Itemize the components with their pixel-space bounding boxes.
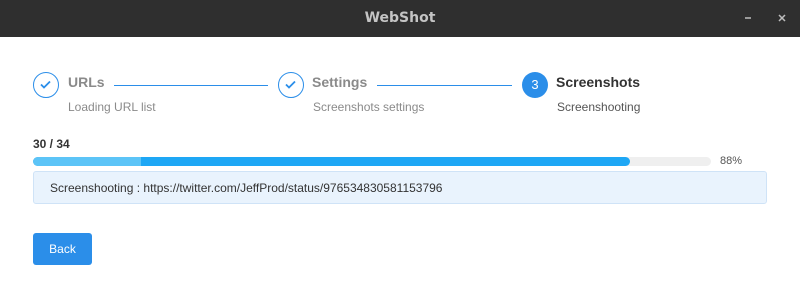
step-urls-description: Loading URL list bbox=[68, 100, 156, 114]
minimize-button[interactable] bbox=[739, 9, 757, 27]
step-settings-description: Screenshots settings bbox=[313, 100, 425, 114]
close-icon bbox=[778, 14, 786, 22]
step-screenshots-title: Screenshots bbox=[556, 74, 641, 90]
step-settings-title: Settings bbox=[312, 74, 368, 90]
status-text: Screenshooting : https://twitter.com/Jef… bbox=[50, 181, 443, 195]
check-icon bbox=[40, 80, 51, 89]
step-urls-check-icon bbox=[33, 72, 59, 98]
progress-count: 30 / 34 bbox=[33, 137, 70, 151]
main-content: URLs Loading URL list Settings Screensho… bbox=[0, 37, 800, 300]
step-settings-check-icon bbox=[278, 72, 304, 98]
title-bar: WebShot bbox=[0, 0, 800, 37]
step-urls-title: URLs bbox=[68, 74, 105, 90]
progress-bar-highlight bbox=[33, 157, 141, 166]
window-title: WebShot bbox=[364, 10, 436, 26]
progress-percent: 88% bbox=[720, 155, 743, 167]
step-connector bbox=[114, 85, 268, 86]
progress-bar bbox=[33, 157, 711, 166]
step-connector bbox=[377, 85, 512, 86]
back-button[interactable]: Back bbox=[33, 233, 92, 265]
minimize-icon bbox=[745, 17, 751, 19]
step-screenshots-number: 3 bbox=[522, 72, 548, 98]
step-screenshots-description: Screenshooting bbox=[557, 100, 641, 114]
close-button[interactable] bbox=[773, 9, 791, 27]
check-icon bbox=[285, 80, 296, 89]
status-box: Screenshooting : https://twitter.com/Jef… bbox=[33, 171, 767, 204]
